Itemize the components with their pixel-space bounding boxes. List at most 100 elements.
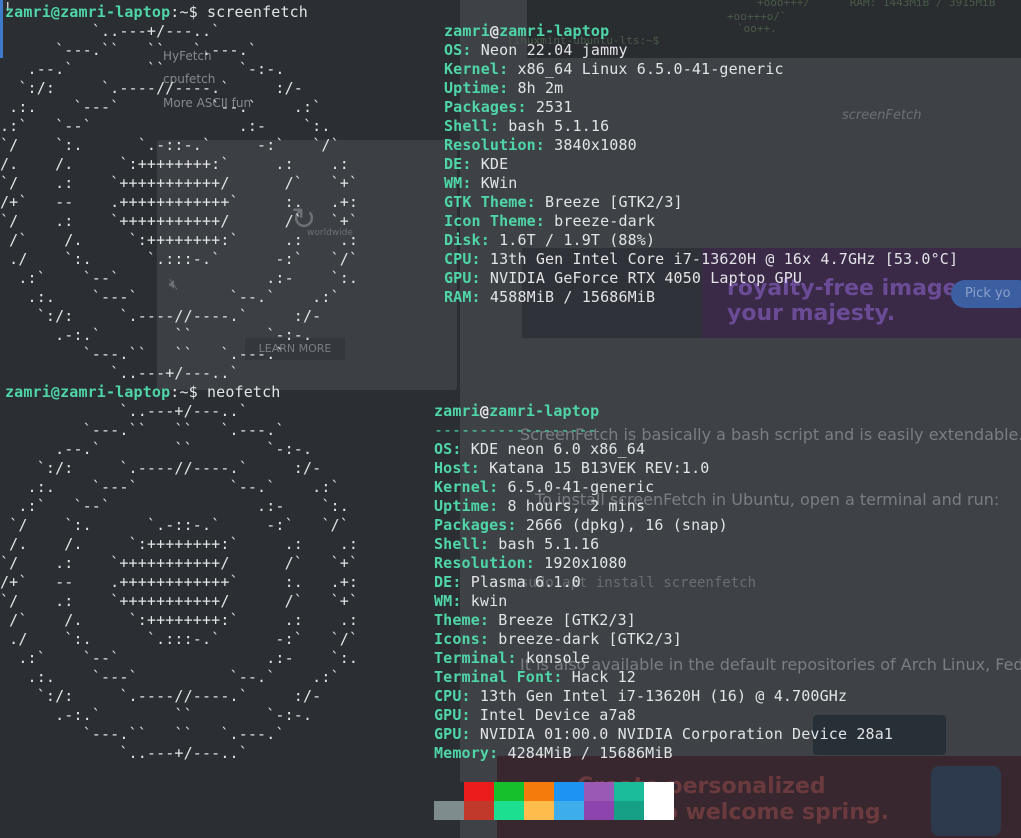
info-line: Host: Katana 15 B13VEK REV:1.0 (434, 459, 709, 478)
info-value: x86_64 Linux 6.5.0-41-generic (508, 60, 784, 78)
info-line: Icon Theme: breeze-dark (444, 212, 655, 231)
info-key: Shell: (444, 117, 500, 135)
info-value: Katana 15 B13VEK REV:1.0 (479, 459, 710, 477)
header-host: zamri-laptop (499, 22, 610, 40)
info-key: Resolution: (444, 136, 545, 154)
info-line: Packages: 2666 (dpkg), 16 (snap) (434, 516, 728, 535)
info-value: Intel Device a7a8 (470, 706, 636, 724)
info-key: Packages: (444, 98, 527, 116)
info-line: Memory: 4284MiB / 15686MiB (434, 744, 673, 763)
palette-swatch (584, 801, 614, 820)
info-value: 13th Gen Intel i7-13620H (16) @ 4.700GHz (470, 687, 848, 705)
info-key: Theme: (434, 611, 490, 629)
palette-swatch (614, 782, 644, 801)
info-line: Uptime: 8 hours, 2 mins (434, 497, 645, 516)
info-key: DE: (434, 573, 462, 591)
neofetch-underline: ------------------ (434, 421, 597, 439)
info-key: Uptime: (434, 497, 499, 515)
info-line: DE: KDE (444, 155, 508, 174)
info-line: Kernel: 6.5.0-41-generic (434, 478, 654, 497)
info-value: Neon 22.04 jammy (471, 41, 628, 59)
info-line: Shell: bash 5.1.16 (444, 117, 609, 136)
info-line: Terminal Font: Hack 12 (434, 668, 636, 687)
palette-swatch (464, 782, 494, 801)
palette-swatch (464, 801, 494, 820)
info-value: bash 5.1.16 (499, 117, 610, 135)
prompt-line: zamri@zamri-laptop:~$ neofetch (5, 383, 280, 402)
info-key: WM: (444, 174, 472, 192)
info-line: Icons: breeze-dark [GTK2/3] (434, 630, 682, 649)
info-value: bash 5.1.16 (489, 535, 600, 553)
info-line: Disk: 1.6T / 1.9T (88%) (444, 231, 655, 250)
info-value: Breeze [GTK2/3] (535, 193, 683, 211)
info-value: NVIDIA 01:00.0 NVIDIA Corporation Device… (470, 725, 894, 743)
info-value: konsole (516, 649, 591, 667)
info-key: GPU: (444, 269, 481, 287)
prompt-command: screenfetch (207, 3, 308, 21)
info-key: OS: (434, 440, 462, 458)
palette-swatch (494, 782, 524, 801)
info-line: WM: KWin (444, 174, 517, 193)
info-key: Terminal: (434, 649, 517, 667)
info-key: Icons: (434, 630, 490, 648)
info-value: KDE neon 6.0 x86_64 (461, 440, 646, 458)
header-at: @ (489, 22, 500, 40)
info-key: Kernel: (444, 60, 509, 78)
info-value: 1920x1080 (535, 554, 627, 572)
info-value: Breeze [GTK2/3] (489, 611, 636, 629)
info-line: Theme: Breeze [GTK2/3] (434, 611, 636, 630)
prompt-line: zamri@zamri-laptop:~$ screenfetch (5, 3, 308, 22)
header-user: zamri (444, 22, 490, 40)
palette-swatch (524, 801, 554, 820)
info-key: GPU: (434, 725, 471, 743)
prompt-user: zamri@zamri-laptop (5, 383, 171, 401)
palette-swatch (554, 782, 584, 801)
palette-swatch (524, 782, 554, 801)
screenfetch-header: zamri@zamri-laptop (444, 22, 609, 41)
info-line: Resolution: 1920x1080 (434, 554, 627, 573)
info-key: Icon Theme: (444, 212, 545, 230)
info-key: Terminal Font: (434, 668, 563, 686)
info-line: Packages: 2531 (444, 98, 573, 117)
info-line: Uptime: 8h 2m (444, 79, 563, 98)
info-line: GTK Theme: Breeze [GTK2/3] (444, 193, 683, 212)
palette-swatch (554, 801, 584, 820)
info-value: 4588MiB / 15686MiB (480, 288, 656, 306)
info-value: breeze-dark (545, 212, 656, 230)
info-key: Kernel: (434, 478, 499, 496)
info-key: Disk: (444, 231, 490, 249)
palette-swatch (494, 801, 524, 820)
info-line: Kernel: x86_64 Linux 6.5.0-41-generic (444, 60, 784, 79)
info-key: Host: (434, 459, 480, 477)
info-key: CPU: (434, 687, 471, 705)
info-key: Uptime: (444, 79, 509, 97)
info-line: Terminal: konsole (434, 649, 590, 668)
info-key: GTK Theme: (444, 193, 536, 211)
palette-swatch (644, 801, 674, 820)
info-value: breeze-dark [GTK2/3] (489, 630, 682, 648)
palette-swatch (644, 782, 674, 801)
info-key: DE: (444, 155, 472, 173)
info-line: GPU: Intel Device a7a8 (434, 706, 636, 725)
info-key: CPU: (444, 250, 481, 268)
neofetch-header: zamri@zamri-laptop (434, 402, 599, 421)
info-value: NVIDIA GeForce RTX 4050 Laptop GPU (480, 269, 803, 287)
info-line: RAM: 4588MiB / 15686MiB (444, 288, 655, 307)
header-at: @ (479, 402, 490, 420)
info-value: 8h 2m (508, 79, 564, 97)
palette-swatch (614, 801, 644, 820)
info-value: kwin (461, 592, 508, 610)
info-line: Shell: bash 5.1.16 (434, 535, 599, 554)
info-value: Plasma 6.1.0 (461, 573, 581, 591)
info-value: KDE (471, 155, 509, 173)
palette-swatch (434, 801, 464, 820)
screenfetch-ascii-logo: `..---+/---..` `---.`` `` `.---.` .--.` … (0, 22, 359, 382)
info-value: 6.5.0-41-generic (498, 478, 655, 496)
konsole-terminal[interactable]: I zamri@zamri-laptop:~$ screenfetch `..-… (0, 0, 1021, 838)
info-line: DE: Plasma 6.1.0 (434, 573, 581, 592)
info-value: 13th Gen Intel Core i7-13620H @ 16x 4.7G… (480, 250, 959, 268)
info-key: Shell: (434, 535, 490, 553)
info-key: WM: (434, 592, 462, 610)
info-key: Packages: (434, 516, 517, 534)
info-value: 4284MiB / 15686MiB (498, 744, 673, 762)
